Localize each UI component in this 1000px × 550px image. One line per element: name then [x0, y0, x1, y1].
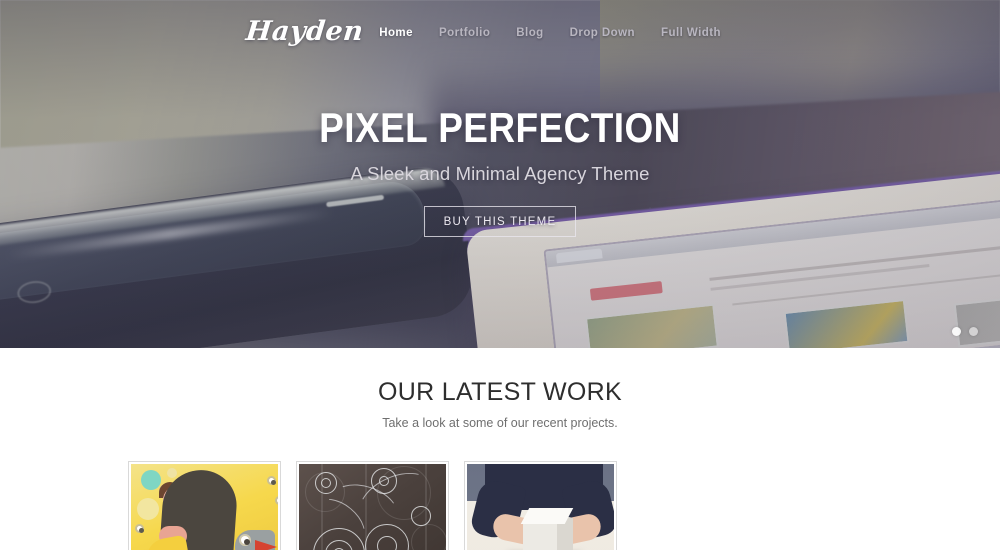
latest-work-section: OUR LATEST WORK Take a look at some of o…: [0, 348, 1000, 550]
hero-subtitle: A Sleek and Minimal Agency Theme: [350, 163, 650, 184]
slider-dot-2[interactable]: [969, 327, 978, 336]
nav-item-drop-down[interactable]: Drop Down: [557, 27, 648, 39]
hero-section: Hayden Home Portfolio Blog Drop Down Ful…: [0, 0, 1000, 348]
site-header: Hayden Home Portfolio Blog Drop Down Ful…: [0, 0, 1000, 72]
portfolio-card-3[interactable]: [464, 461, 617, 550]
nav-item-blog[interactable]: Blog: [503, 27, 556, 39]
tablet-page-thumb-2: [783, 298, 910, 348]
deco-faint-ring: [411, 524, 446, 550]
tablet-page-thumb-3: [953, 290, 1000, 348]
bird-eye: [239, 534, 251, 546]
portfolio-grid: [128, 461, 872, 550]
nav-item-full-width[interactable]: Full Width: [648, 27, 734, 39]
tablet-page-thumb-1: [584, 303, 719, 348]
section-lead: Take a look at some of our recent projec…: [382, 416, 618, 430]
deco-stalk: [275, 496, 278, 505]
portfolio-thumbnail-dark-gear-line-art: [299, 464, 446, 550]
gear-ring-medium-hub: [377, 536, 397, 550]
tablet-page-line: [709, 245, 1000, 281]
deco-circle: [137, 498, 159, 520]
buy-this-theme-button[interactable]: BUY THIS THEME: [423, 206, 577, 237]
portfolio-thumbnail-hands-holding-white-cube: [467, 464, 614, 550]
portfolio-thumbnail-yellow-hooded-figure-illustration: [131, 464, 278, 550]
cube-front-face: [523, 520, 557, 550]
hero-slider-dots: [952, 327, 978, 336]
portfolio-card-1[interactable]: [128, 461, 281, 550]
deco-circle: [141, 470, 161, 490]
nav-item-home[interactable]: Home: [366, 27, 426, 39]
tablet-page-logo: [589, 281, 663, 301]
section-heading: OUR LATEST WORK: [378, 378, 622, 406]
site-logo[interactable]: Hayden: [244, 16, 365, 47]
deco-circle: [167, 468, 177, 478]
hero-title: PIXEL PERFECTION: [319, 104, 681, 151]
gear-ring-top-left-hub: [321, 478, 331, 488]
slider-dot-1[interactable]: [952, 327, 961, 336]
deco-stalk: [267, 476, 276, 485]
bird-beak: [255, 540, 277, 550]
portfolio-card-2[interactable]: [296, 461, 449, 550]
nav-item-portfolio[interactable]: Portfolio: [426, 27, 503, 39]
deco-stalk: [135, 524, 144, 533]
cube-top-face: [520, 508, 574, 524]
main-navigation: Home Portfolio Blog Drop Down Full Width: [366, 27, 734, 39]
